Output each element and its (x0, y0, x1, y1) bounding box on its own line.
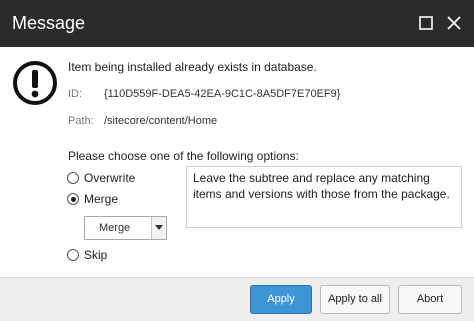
option-label: Merge (84, 192, 119, 206)
select-value: Merge (99, 222, 131, 234)
overwrite-radio[interactable] (67, 172, 79, 184)
id-value: {110D559F-DEA5-42EA-9C1C-8A5DF7E70EF9} (104, 88, 341, 100)
option-label: Overwrite (84, 171, 136, 185)
close-icon (444, 13, 464, 33)
option-overwrite[interactable]: Overwrite (67, 171, 135, 185)
skip-radio[interactable] (67, 249, 79, 261)
abort-button[interactable]: Abort (398, 285, 462, 314)
maximize-button[interactable] (416, 13, 436, 33)
path-label: Path: (68, 115, 94, 127)
dialog-footer: Apply Apply to all Abort (0, 277, 474, 321)
options-prompt: Please choose one of the following optio… (68, 149, 299, 163)
option-merge[interactable]: Merge (67, 192, 118, 206)
option-label: Skip (84, 248, 108, 262)
merge-radio[interactable] (67, 193, 79, 205)
merge-mode-select[interactable]: Merge (84, 216, 167, 240)
title-bar: Message (0, 0, 474, 47)
dialog-title: Message (12, 13, 86, 33)
path-value: /sitecore/content/Home (104, 115, 218, 127)
apply-to-all-button[interactable]: Apply to all (320, 285, 390, 314)
id-label: ID: (68, 88, 83, 100)
dialog-content: Item being installed already exists in d… (0, 47, 474, 277)
exclamation-circle-icon (12, 60, 58, 106)
close-button[interactable] (444, 13, 464, 33)
message-text: Item being installed already exists in d… (68, 60, 317, 74)
maximize-icon (416, 13, 436, 33)
chevron-down-icon (151, 217, 166, 239)
apply-button[interactable]: Apply (250, 285, 312, 314)
option-skip[interactable]: Skip (67, 248, 107, 262)
option-description: Leave the subtree and replace any matchi… (186, 166, 462, 228)
